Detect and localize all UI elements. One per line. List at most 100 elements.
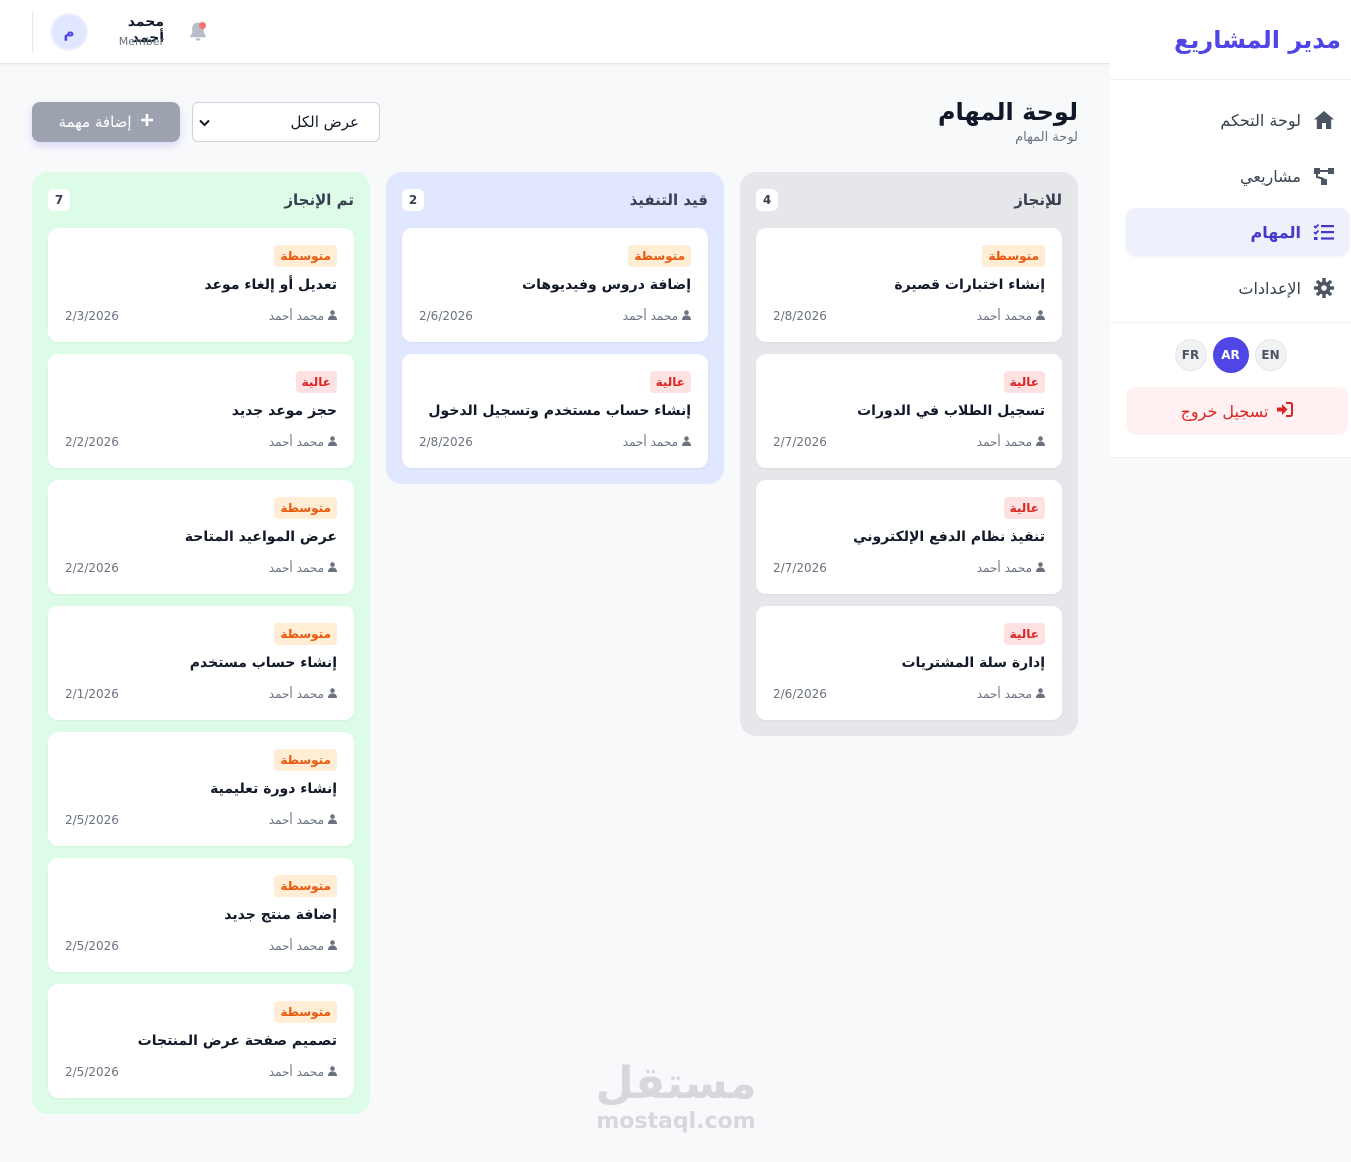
- assignee-name: محمد أحمد: [976, 435, 1032, 449]
- priority-badge: متوسطة: [628, 245, 691, 267]
- priority-badge: عالية: [1003, 371, 1045, 393]
- assignee-name: محمد أحمد: [268, 1065, 324, 1079]
- add-task-button[interactable]: إضافة مهمة: [32, 102, 180, 142]
- task-title: إنشاء حساب مستخدم وتسجيل الدخول: [428, 403, 691, 419]
- sidebar-item-settings[interactable]: الإعدادات: [1126, 264, 1349, 312]
- priority-badge: عالية: [1003, 497, 1045, 519]
- user-icon: [1036, 309, 1045, 323]
- watermark-logo: مستقل mostaql.com: [590, 1058, 762, 1134]
- page-title: لوحة المهام: [937, 98, 1078, 126]
- task-card[interactable]: متوسطة إضافة دروس وفيديوهات محمد أحمد 2/6/2…: [402, 228, 708, 342]
- task-title: تصميم صفحة عرض المنتجات: [137, 1033, 337, 1049]
- sign-out-icon: [1276, 401, 1294, 421]
- watermark-arabic: مستقل: [595, 1058, 757, 1109]
- brand-title[interactable]: مدير المشاريع: [1174, 26, 1341, 54]
- task-card[interactable]: عالية تنفيذ نظام الدفع الإلكتروني محمد أحم…: [756, 480, 1062, 594]
- task-card[interactable]: متوسطة عرض المواعيد المتاحة محمد أحمد 2/2/2…: [48, 480, 354, 594]
- user-icon: [328, 435, 337, 449]
- task-date: 2/8/2026: [419, 435, 473, 449]
- sidebar-item-label: لوحة التحكم: [1220, 110, 1301, 130]
- task-card[interactable]: عالية إنشاء حساب مستخدم وتسجيل الدخول محمد…: [402, 354, 708, 468]
- user-icon: [1036, 561, 1045, 575]
- gear-icon: [1313, 277, 1335, 299]
- language-button-ar[interactable]: AR: [1212, 337, 1249, 373]
- task-assignee: محمد أحمد: [269, 939, 337, 953]
- task-card[interactable]: عالية حجز موعد جديد محمد أحمد 2/2/2026: [48, 354, 354, 468]
- breadcrumb: لوحة المهام: [1015, 130, 1078, 145]
- assignee-name: محمد أحمد: [268, 435, 324, 449]
- priority-badge: متوسطة: [274, 875, 337, 897]
- task-card[interactable]: عالية إدارة سلة المشتريات محمد أحمد 2/6/202…: [756, 606, 1062, 720]
- user-icon: [328, 687, 337, 701]
- assignee-name: محمد أحمد: [268, 939, 324, 953]
- task-card[interactable]: متوسطة إنشاء دورة تعليمية محمد أحمد 2/5/202…: [48, 732, 354, 846]
- task-title: تنفيذ نظام الدفع الإلكتروني: [853, 529, 1045, 545]
- task-date: 2/7/2026: [773, 561, 827, 575]
- task-assignee: محمد أحمد: [269, 813, 337, 827]
- priority-badge: عالية: [295, 371, 337, 393]
- sidebar: مدير المشاريع لوحة التحكم مشاريعي المهام…: [1110, 0, 1351, 458]
- task-date: 2/6/2026: [773, 687, 827, 701]
- task-assignee: محمد أحمد: [269, 561, 337, 575]
- column-title: تم الإنجاز: [284, 191, 354, 209]
- task-card[interactable]: متوسطة تعديل أو إلغاء موعد محمد أحمد 2/3/20…: [48, 228, 354, 342]
- user-icon: [1036, 687, 1045, 701]
- sidebar-item-dashboard[interactable]: لوحة التحكم: [1126, 96, 1349, 144]
- kanban-column-done: تم الإنجاز 7 متوسطة تعديل أو إلغاء موعد مح…: [32, 172, 370, 1114]
- task-title: تسجيل الطلاب في الدورات: [857, 403, 1045, 419]
- user-role: Member: [118, 35, 164, 48]
- task-date: 2/5/2026: [65, 1065, 119, 1079]
- task-assignee: محمد أحمد: [977, 687, 1045, 701]
- task-title: تعديل أو إلغاء موعد: [204, 277, 337, 293]
- notification-dot: [199, 22, 206, 29]
- task-assignee: محمد أحمد: [977, 561, 1045, 575]
- task-assignee: محمد أحمد: [269, 1065, 337, 1079]
- assignee-name: محمد أحمد: [268, 309, 324, 323]
- task-title: عرض المواعيد المتاحة: [184, 529, 337, 545]
- column-title: قيد التنفيذ: [629, 191, 708, 209]
- task-date: 2/8/2026: [773, 309, 827, 323]
- user-icon: [328, 1065, 337, 1079]
- home-icon: [1313, 109, 1335, 131]
- kanban-column-todo: للإنجاز 4 متوسطة إنشاء اختبارات قصيرة محمد…: [740, 172, 1078, 736]
- priority-badge: متوسطة: [274, 623, 337, 645]
- task-card[interactable]: متوسطة إنشاء اختبارات قصيرة محمد أحمد 2/8/2…: [756, 228, 1062, 342]
- language-switcher: FR AR EN: [1110, 337, 1351, 373]
- sidebar-item-my-projects[interactable]: مشاريعي: [1126, 152, 1349, 200]
- assignee-name: محمد أحمد: [268, 813, 324, 827]
- task-date: 2/1/2026: [65, 687, 119, 701]
- priority-badge: متوسطة: [274, 497, 337, 519]
- task-date: 2/3/2026: [65, 309, 119, 323]
- task-card[interactable]: متوسطة إنشاء حساب مستخدم محمد أحمد 2/1/2026: [48, 606, 354, 720]
- avatar[interactable]: م: [50, 13, 88, 51]
- filter-value: عرض الكل: [290, 113, 359, 131]
- priority-badge: متوسطة: [982, 245, 1045, 267]
- notification-bell-icon[interactable]: [186, 20, 210, 44]
- language-button-fr[interactable]: FR: [1174, 339, 1207, 371]
- priority-badge: عالية: [1003, 623, 1045, 645]
- task-card[interactable]: عالية تسجيل الطلاب في الدورات محمد أحمد 2/7…: [756, 354, 1062, 468]
- logout-button[interactable]: تسجيل خروج: [1126, 387, 1348, 435]
- assignee-name: محمد أحمد: [976, 687, 1032, 701]
- column-count-badge: 7: [48, 189, 70, 211]
- status-filter-select[interactable]: عرض الكل: [192, 102, 380, 142]
- assignee-name: محمد أحمد: [622, 435, 678, 449]
- task-title: إضافة دروس وفيديوهات: [522, 277, 691, 293]
- task-assignee: محمد أحمد: [623, 309, 691, 323]
- priority-badge: متوسطة: [274, 1001, 337, 1023]
- column-count-badge: 2: [402, 189, 424, 211]
- sidebar-item-tasks[interactable]: المهام: [1126, 208, 1349, 256]
- logout-label: تسجيل خروج: [1180, 401, 1269, 421]
- priority-badge: متوسطة: [274, 749, 337, 771]
- sidebar-divider: [1110, 322, 1351, 323]
- language-button-en[interactable]: EN: [1254, 339, 1287, 371]
- task-title: إنشاء حساب مستخدم: [189, 655, 337, 671]
- user-icon: [328, 813, 337, 827]
- task-card[interactable]: متوسطة إضافة منتج جديد محمد أحمد 2/5/2026: [48, 858, 354, 972]
- top-bar: م محمد أحمد Member: [0, 0, 1110, 64]
- task-card[interactable]: متوسطة تصميم صفحة عرض المنتجات محمد أحمد 2/…: [48, 984, 354, 1098]
- task-assignee: محمد أحمد: [977, 309, 1045, 323]
- user-icon: [682, 309, 691, 323]
- plus-icon: [140, 113, 154, 131]
- sidebar-item-label: مشاريعي: [1240, 166, 1301, 186]
